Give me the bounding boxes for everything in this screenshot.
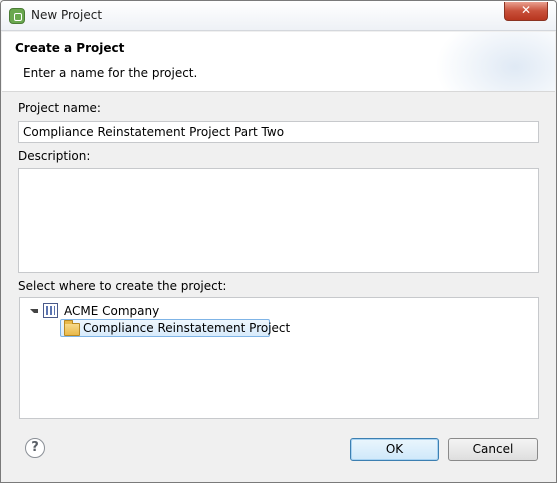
location-label: Select where to create the project: <box>18 279 227 293</box>
tree-item-compliance-project[interactable]: Compliance Reinstatement Project <box>60 319 290 337</box>
banner-title: Create a Project <box>15 41 125 55</box>
banner-decoration <box>435 32 555 91</box>
new-project-dialog: New Project ✕ Create a Project Enter a n… <box>0 0 557 483</box>
cancel-button[interactable]: Cancel <box>448 438 538 461</box>
header-banner: Create a Project Enter a name for the pr… <box>2 32 555 92</box>
folder-open-icon <box>64 320 80 336</box>
window-title: New Project <box>31 8 103 22</box>
title-bar[interactable]: New Project ✕ <box>1 1 556 31</box>
expand-toggle-icon[interactable] <box>30 309 38 313</box>
tree-item-label: ACME Company <box>64 304 160 318</box>
tree-item-acme-company[interactable]: ACME Company <box>28 302 228 320</box>
banner-message: Enter a name for the project. <box>23 66 198 80</box>
description-label: Description: <box>18 149 91 163</box>
close-button[interactable]: ✕ <box>504 2 548 21</box>
ok-button[interactable]: OK <box>350 438 439 461</box>
project-name-label: Project name: <box>18 101 101 115</box>
project-location-tree[interactable]: ACME Company Compliance Reinstatement Pr… <box>19 297 539 419</box>
help-icon[interactable]: ? <box>25 438 45 458</box>
tree-item-label: Compliance Reinstatement Project <box>83 321 291 335</box>
app-icon <box>9 8 25 24</box>
description-textarea[interactable] <box>18 168 539 273</box>
company-icon <box>43 303 58 318</box>
project-name-input[interactable] <box>18 121 539 143</box>
